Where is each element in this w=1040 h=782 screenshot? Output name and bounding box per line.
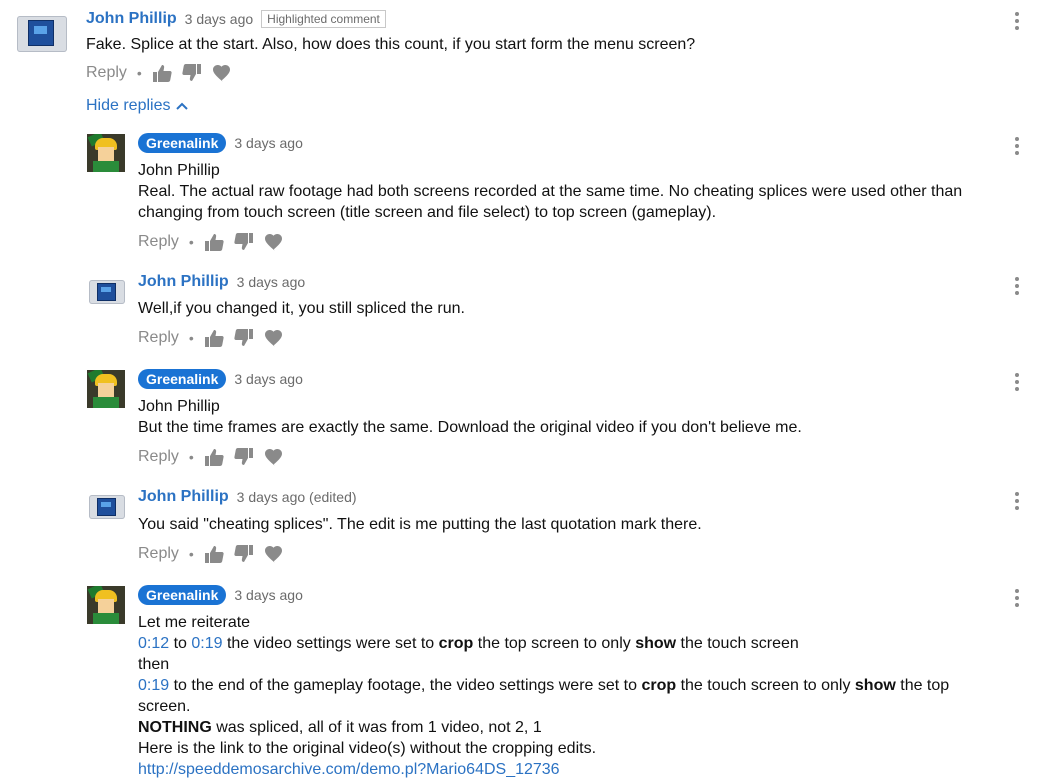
comment-time[interactable]: 3 days ago — [237, 274, 306, 290]
avatar[interactable] — [87, 370, 125, 408]
thumbs-up-icon[interactable] — [204, 545, 224, 563]
more-options-icon[interactable] — [1014, 137, 1020, 157]
comment-time[interactable]: 3 days ago — [234, 587, 303, 603]
text-span: was spliced, all of it was from 1 video,… — [211, 719, 542, 736]
comment-text-line: John Phillip — [138, 398, 220, 415]
bold-text: show — [635, 635, 677, 652]
comment-time[interactable]: 3 days ago — [185, 11, 254, 27]
comment-text-line: 0:12 to 0:19 the video settings were set… — [138, 633, 799, 654]
more-options-icon[interactable] — [1014, 277, 1020, 297]
reply-button[interactable]: Reply — [138, 448, 179, 466]
heart-icon[interactable] — [264, 448, 283, 466]
comment-text-line: You said "cheating splices". The edit is… — [138, 516, 702, 533]
comment-author[interactable]: John Phillip — [138, 488, 229, 506]
avatar[interactable] — [87, 134, 125, 172]
hide-replies-button[interactable]: Hide replies — [86, 97, 189, 115]
reply-button[interactable]: Reply — [86, 64, 127, 82]
more-options-icon[interactable] — [1014, 12, 1020, 32]
separator-dot: • — [136, 65, 142, 81]
reply-button[interactable]: Reply — [138, 545, 179, 563]
reply-button[interactable]: Reply — [138, 329, 179, 347]
thumbs-down-icon[interactable] — [234, 545, 254, 563]
hide-replies-label: Hide replies — [86, 97, 171, 114]
text-span: to — [169, 635, 192, 652]
comment-author[interactable]: Greenalink — [138, 585, 227, 605]
comment-author[interactable]: Greenalink — [138, 133, 227, 153]
thumbs-up-icon[interactable] — [204, 329, 224, 347]
thumbs-down-icon[interactable] — [182, 64, 202, 82]
heart-icon[interactable] — [264, 329, 283, 347]
text-span: the video settings were set to — [222, 635, 439, 652]
comment-text-line: 0:19 to the end of the gameplay footage,… — [138, 675, 949, 696]
text-span: the top screen to only — [473, 635, 636, 652]
thumbs-up-icon[interactable] — [204, 233, 224, 251]
comment-time[interactable]: 3 days ago — [234, 371, 303, 387]
thumbs-up-icon[interactable] — [152, 64, 172, 82]
thumbs-down-icon[interactable] — [234, 329, 254, 347]
thumbs-up-icon[interactable] — [204, 448, 224, 466]
bold-text: crop — [438, 635, 474, 652]
bold-text: NOTHING — [138, 719, 212, 736]
more-options-icon[interactable] — [1014, 373, 1020, 393]
comment-text-line: But the time frames are exactly the same… — [138, 419, 802, 436]
external-link[interactable]: http://speeddemosarchive.com/demo.pl?Mar… — [138, 759, 560, 780]
comment-text-line: Real. The actual raw footage had both sc… — [138, 183, 963, 200]
text-span: to the end of the gameplay footage, the … — [169, 677, 642, 694]
thumbs-down-icon[interactable] — [234, 233, 254, 251]
avatar[interactable] — [89, 495, 125, 519]
comment-text-line: John Phillip — [138, 162, 220, 179]
chevron-up-icon — [176, 97, 189, 115]
text-span: the touch screen — [676, 635, 799, 652]
bold-text: show — [854, 677, 896, 694]
timestamp-link[interactable]: 0:19 — [138, 677, 169, 694]
avatar[interactable] — [17, 16, 67, 52]
text-span: the touch screen to only — [676, 677, 855, 694]
avatar[interactable] — [89, 280, 125, 304]
timestamp-link[interactable]: 0:19 — [191, 635, 222, 652]
comment-text-line: Well,if you changed it, you still splice… — [138, 300, 465, 317]
separator-dot: • — [188, 330, 194, 346]
comment-text: Fake. Splice at the start. Also, how doe… — [86, 36, 696, 53]
comment-time[interactable]: 3 days ago (edited) — [237, 489, 357, 505]
separator-dot: • — [188, 546, 194, 562]
comment-text-line: Here is the link to the original video(s… — [138, 740, 597, 757]
more-options-icon[interactable] — [1014, 492, 1020, 512]
heart-icon[interactable] — [212, 64, 231, 82]
reply-button[interactable]: Reply — [138, 233, 179, 251]
more-options-icon[interactable] — [1014, 589, 1020, 609]
comment-text-line: NOTHING was spliced, all of it was from … — [138, 717, 542, 738]
separator-dot: • — [188, 449, 194, 465]
highlighted-badge: Highlighted comment — [261, 10, 386, 28]
thumbs-down-icon[interactable] — [234, 448, 254, 466]
comment-author[interactable]: John Phillip — [138, 273, 229, 291]
comment-text-line: Let me reiterate — [138, 614, 251, 631]
comment-author[interactable]: Greenalink — [138, 369, 227, 389]
heart-icon[interactable] — [264, 233, 283, 251]
separator-dot: • — [188, 234, 194, 250]
comment-text-line: changing from touch screen (title screen… — [138, 204, 717, 221]
heart-icon[interactable] — [264, 545, 283, 563]
avatar[interactable] — [87, 586, 125, 624]
comment-text-line: screen. — [138, 698, 191, 715]
comment-author[interactable]: John Phillip — [86, 10, 177, 28]
comment-time[interactable]: 3 days ago — [234, 135, 303, 151]
bold-text: crop — [641, 677, 677, 694]
text-span: the top — [895, 677, 950, 694]
comment-text-line: then — [138, 656, 170, 673]
timestamp-link[interactable]: 0:12 — [138, 635, 169, 652]
